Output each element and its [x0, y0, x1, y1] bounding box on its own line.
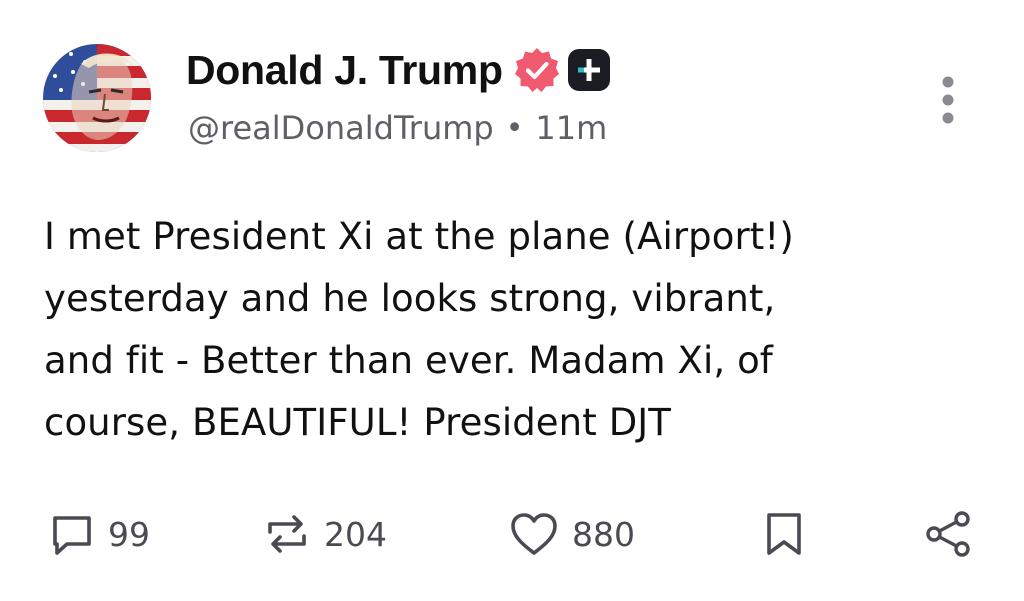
flag-portrait-image [43, 44, 151, 152]
like-button[interactable]: 880 [508, 508, 635, 560]
reply-count: 99 [108, 514, 150, 554]
share-icon [926, 511, 970, 557]
meta-separator: • [505, 110, 524, 146]
more-options-button[interactable] [928, 72, 968, 132]
comment-icon [53, 516, 91, 555]
post-body: I met President Xi at the plane (Airport… [44, 206, 1004, 454]
post-text-line: I met President Xi at the plane (Airport… [44, 215, 794, 258]
post-timestamp[interactable]: 11m [535, 109, 607, 147]
verified-badge-icon [513, 46, 561, 94]
share-button[interactable] [924, 508, 972, 560]
plus-badge-icon [567, 48, 611, 92]
repost-button[interactable]: 204 [262, 508, 387, 560]
author-display-name[interactable]: Donald J. Trump [186, 47, 503, 94]
like-count: 880 [572, 514, 635, 554]
reply-button[interactable]: 99 [48, 508, 150, 560]
avatar[interactable] [43, 44, 151, 152]
post-card: Donald J. Trump @realDonaldTrump • 11m I… [0, 0, 1024, 601]
author-handle[interactable]: @realDonaldTrump [188, 109, 494, 147]
post-text-line: course, BEAUTIFUL! President DJT [44, 401, 671, 444]
post-text-line: and fit - Better than ever. Madam Xi, of [44, 339, 773, 382]
bookmark-button[interactable] [762, 508, 806, 560]
more-vertical-icon [942, 76, 954, 124]
repost-count: 204 [324, 514, 387, 554]
author-name-row: Donald J. Trump [186, 40, 611, 100]
bookmark-icon [767, 513, 801, 555]
action-bar: 99 204 880 [0, 500, 1024, 570]
repost-icon [268, 515, 306, 553]
heart-icon [511, 513, 557, 555]
post-text-line: yesterday and he looks strong, vibrant, [44, 277, 776, 320]
author-meta: @realDonaldTrump • 11m [188, 106, 607, 150]
